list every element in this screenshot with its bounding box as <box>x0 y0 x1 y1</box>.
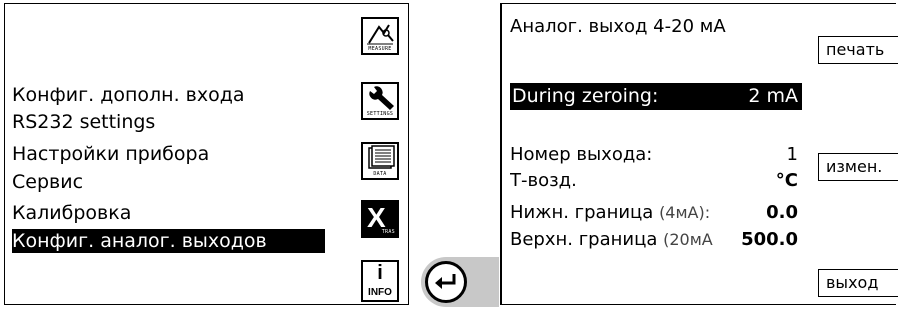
info-caption: INFO <box>368 287 392 298</box>
upper-limit-hint: (20мА <box>663 230 713 249</box>
quantity-label: Т-возд. <box>510 170 577 191</box>
exit-button[interactable]: выход <box>818 269 898 297</box>
enter-key-area <box>421 257 499 307</box>
panel-title: Аналог. выход 4-20 мА <box>510 16 726 37</box>
data-book-icon[interactable]: DATA <box>361 142 399 180</box>
menu-item-analog-output-config[interactable]: Конфиг. аналог. выходов <box>12 229 325 253</box>
menu-item-device-settings[interactable]: Настройки прибора <box>12 142 212 166</box>
output-number-value: 1 <box>786 144 798 165</box>
data-caption: DATA <box>373 171 387 177</box>
lower-limit-text: Нижн. граница <box>510 202 654 223</box>
upper-limit-value: 500.0 <box>739 228 798 252</box>
settings-caption: SETTINGS <box>366 111 394 117</box>
lower-limit-label: Нижн. граница (4мА): <box>510 201 710 225</box>
lower-limit-row[interactable]: Нижн. граница (4мА): 0.0 <box>510 201 802 225</box>
info-icon[interactable]: i INFO <box>361 260 399 302</box>
quantity-unit: °C <box>775 170 798 191</box>
info-letter: i <box>377 262 383 284</box>
upper-limit-label: Верхн. граница (20мА <box>510 228 713 252</box>
output-number-row[interactable]: Номер выхода: 1 <box>510 143 802 167</box>
side-icon-bar: MEASURE SETTINGS DATA X TRAS i INFO <box>357 4 405 304</box>
xtras-icon[interactable]: X TRAS <box>361 200 399 238</box>
during-zeroing-field[interactable]: During zeroing: 2 mA <box>510 83 802 110</box>
settings-wrench-icon[interactable]: SETTINGS <box>361 82 399 120</box>
upper-limit-row[interactable]: Верхн. граница (20мА 500.0 <box>510 228 802 252</box>
menu-item-rs232-settings[interactable]: RS232 settings <box>12 110 158 134</box>
menu-item-calibration[interactable]: Калибровка <box>12 201 134 225</box>
quantity-row[interactable]: Т-возд. °C <box>510 169 802 193</box>
measure-caption: MEASURE <box>368 46 392 52</box>
lower-limit-hint: (4мА): <box>659 203 711 222</box>
change-button[interactable]: измен. <box>818 153 898 181</box>
enter-button[interactable] <box>425 261 467 303</box>
enter-return-icon <box>435 274 456 289</box>
menu-item-service[interactable]: Сервис <box>12 170 86 194</box>
lower-limit-value: 0.0 <box>764 201 798 225</box>
during-zeroing-value: 2 mA <box>748 85 798 107</box>
analog-output-panel: Аналог. выход 4-20 мА During zeroing: 2 … <box>500 3 898 305</box>
xtras-caption: TRAS <box>381 229 395 235</box>
during-zeroing-label: During zeroing: <box>512 85 659 107</box>
measure-icon[interactable]: MEASURE <box>361 17 399 55</box>
upper-limit-text: Верхн. граница <box>510 229 658 250</box>
output-number-label: Номер выхода: <box>510 144 653 165</box>
menu-panel: Конфиг. дополн. входа RS232 settings Нас… <box>4 3 409 305</box>
print-button[interactable]: печать <box>818 36 898 64</box>
menu-item-aux-input-config[interactable]: Конфиг. дополн. входа <box>12 83 248 107</box>
